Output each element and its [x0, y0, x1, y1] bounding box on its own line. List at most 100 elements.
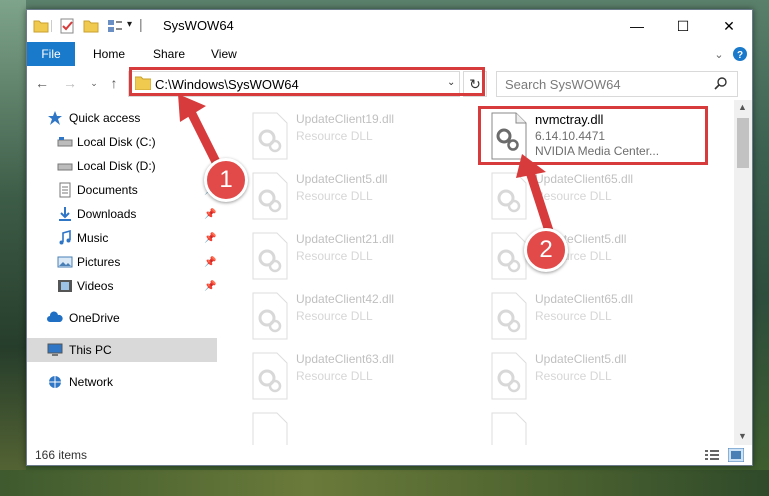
- help-icon[interactable]: ?: [732, 46, 748, 62]
- list-item[interactable]: UpdateClient21.dll Resource DLL: [243, 228, 473, 284]
- videos-icon: [58, 280, 72, 292]
- scroll-up-icon[interactable]: ▲: [738, 102, 747, 112]
- forward-arrow-icon[interactable]: →: [61, 74, 79, 92]
- tab-view[interactable]: View: [211, 42, 237, 66]
- file-type: Resource DLL: [296, 129, 373, 143]
- file-name: UpdateClient65.dll: [535, 292, 634, 306]
- sidebar-item-pictures[interactable]: Pictures 📌: [27, 250, 217, 274]
- details-view-icon[interactable]: [705, 449, 719, 461]
- view-options-icon[interactable]: [107, 18, 123, 34]
- dll-file-icon: [252, 412, 288, 445]
- sidebar-item-label: Local Disk (C:): [77, 135, 156, 149]
- drive-icon: [57, 163, 73, 171]
- sidebar-item-label: Pictures: [77, 255, 121, 269]
- file-name: UpdateClient19.dll: [296, 112, 395, 126]
- recent-locations-dropdown-icon[interactable]: ⌄: [85, 74, 103, 92]
- file-name: UpdateClient42.dll: [296, 292, 395, 306]
- desktop-background-bottom: [0, 470, 769, 496]
- sidebar-item-label: Videos: [77, 279, 114, 293]
- scroll-down-icon[interactable]: ▼: [738, 431, 747, 441]
- maximize-button[interactable]: ☐: [660, 10, 706, 42]
- expand-ribbon-icon[interactable]: ⌄: [711, 46, 727, 62]
- sidebar-item-music[interactable]: Music 📌: [27, 226, 217, 250]
- up-arrow-icon[interactable]: ↑: [105, 74, 123, 92]
- list-item[interactable]: UpdateClient65.dll Resource DLL: [482, 288, 712, 344]
- item-count: 166 items: [35, 448, 88, 462]
- list-item[interactable]: UpdateClient42.dll Resource DLL: [243, 288, 473, 344]
- minimize-button[interactable]: —: [614, 10, 660, 42]
- search-input[interactable]: Search SysWOW64: [505, 77, 621, 92]
- dll-file-icon: [252, 352, 288, 400]
- sidebar-item-videos[interactable]: Videos 📌: [27, 274, 217, 298]
- desktop-background-left: [0, 0, 26, 496]
- sidebar-item-label: Network: [69, 375, 114, 389]
- pin-icon: 📌: [204, 208, 217, 220]
- back-arrow-icon[interactable]: ←: [33, 74, 51, 92]
- close-button[interactable]: ✕: [706, 10, 752, 42]
- title-separator: |: [139, 16, 143, 32]
- sidebar-item-this-pc[interactable]: This PC: [27, 338, 217, 362]
- sidebar-item-label: Quick access: [69, 111, 141, 125]
- dll-file-icon: [252, 112, 288, 160]
- network-icon: [49, 376, 61, 388]
- tab-home[interactable]: Home: [93, 42, 125, 66]
- dll-file-icon: [252, 232, 288, 280]
- list-item[interactable]: UpdateClient5.dll Resource DLL: [482, 348, 712, 404]
- new-folder-icon[interactable]: [83, 18, 99, 34]
- list-item[interactable]: UpdateClient5.dll Resource DLL: [243, 168, 473, 224]
- sidebar-item-label: This PC: [69, 343, 112, 357]
- file-type: Resource DLL: [296, 369, 373, 383]
- file-name: UpdateClient5.dll: [535, 352, 627, 366]
- dll-file-icon: [252, 172, 288, 220]
- list-item[interactable]: [243, 408, 473, 445]
- file-name: UpdateClient63.dll: [296, 352, 395, 366]
- pin-icon: 📌: [204, 256, 217, 268]
- pin-icon: 📌: [204, 280, 217, 292]
- file-type: Resource DLL: [296, 249, 373, 263]
- step-1-badge: 1: [204, 158, 248, 202]
- properties-icon[interactable]: [59, 18, 75, 34]
- file-name: UpdateClient5.dll: [296, 172, 388, 186]
- star-icon: [48, 111, 62, 125]
- dll-file-icon: [491, 352, 527, 400]
- sidebar-item-label: Music: [77, 231, 109, 245]
- pictures-icon: [57, 256, 73, 268]
- search-box[interactable]: Search SysWOW64: [496, 71, 738, 97]
- title-bar: ▾ | SysWOW64 — ☐ ✕: [27, 10, 752, 42]
- cloud-icon: [47, 311, 63, 322]
- sidebar-item-downloads[interactable]: Downloads 📌: [27, 202, 217, 226]
- ribbon-tabs: File Home Share View ⌄ ?: [27, 42, 752, 66]
- music-icon: [59, 230, 71, 245]
- vertical-scrollbar[interactable]: ▲ ▼: [734, 100, 752, 445]
- drive-icon: [57, 137, 73, 147]
- file-type: Resource DLL: [296, 309, 373, 323]
- folder-icon: [33, 20, 49, 33]
- quick-access-toolbar-dropdown-icon[interactable]: ▾: [127, 19, 132, 30]
- large-icons-view-icon[interactable]: [728, 448, 744, 462]
- dll-file-icon: [491, 292, 527, 340]
- list-item[interactable]: [482, 408, 712, 445]
- dll-file-icon: [252, 292, 288, 340]
- list-item[interactable]: UpdateClient19.dll Resource DLL: [243, 108, 473, 164]
- tab-file[interactable]: File: [27, 42, 75, 66]
- window-title: SysWOW64: [163, 18, 234, 33]
- computer-icon: [47, 343, 63, 356]
- sidebar-item-label: Documents: [77, 183, 138, 197]
- documents-icon: [59, 182, 71, 198]
- search-icon[interactable]: [714, 76, 728, 90]
- file-type: Resource DLL: [535, 309, 612, 323]
- dll-file-icon: [491, 412, 527, 445]
- svg-text:?: ?: [737, 50, 743, 61]
- list-item[interactable]: UpdateClient63.dll Resource DLL: [243, 348, 473, 404]
- sidebar-item-label: Local Disk (D:): [77, 159, 156, 173]
- file-type: Resource DLL: [535, 369, 612, 383]
- scrollbar-thumb[interactable]: [737, 118, 749, 168]
- sidebar-item-label: OneDrive: [69, 311, 120, 325]
- downloads-icon: [59, 207, 71, 221]
- step-2-badge: 2: [524, 228, 568, 272]
- sidebar-item-label: Downloads: [77, 207, 137, 221]
- tab-share[interactable]: Share: [153, 42, 185, 66]
- file-name: UpdateClient21.dll: [296, 232, 395, 246]
- sidebar-item-network[interactable]: Network: [27, 370, 217, 394]
- sidebar-item-onedrive[interactable]: OneDrive: [27, 306, 217, 330]
